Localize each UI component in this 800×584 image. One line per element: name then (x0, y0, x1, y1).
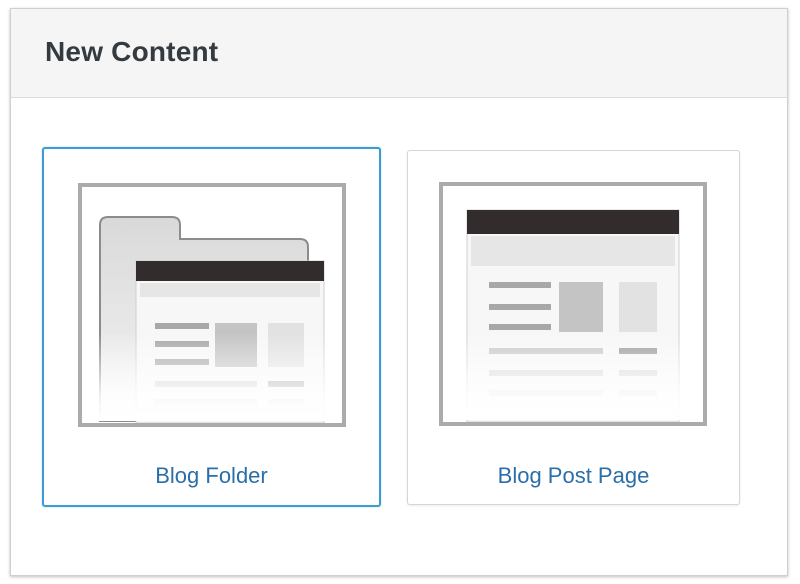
dialog-header: New Content (11, 9, 787, 98)
blog-post-page-label: Blog Post Page (497, 463, 650, 488)
blog-post-page-option[interactable]: Blog Post Page (407, 150, 740, 505)
dialog-title: New Content (45, 36, 219, 67)
new-content-dialog: New Content Blog Folder Blog Post Page (10, 8, 788, 576)
blog-folder-label: Blog Folder (155, 463, 268, 488)
blog-folder-thumbnail-icon (78, 183, 346, 427)
blog-post-page-thumbnail-icon (439, 182, 707, 426)
blog-folder-option[interactable]: Blog Folder (42, 147, 381, 507)
